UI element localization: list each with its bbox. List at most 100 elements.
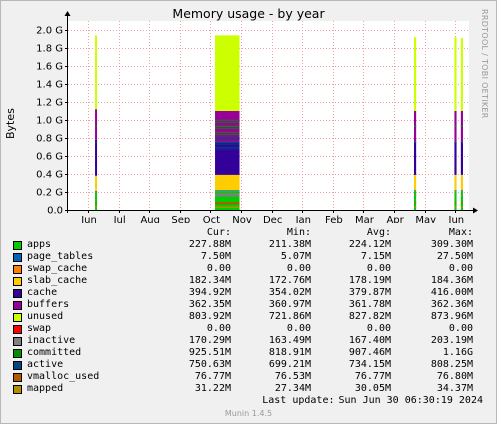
last-update: Last update: Sun Jun 30 06:30:19 2024	[1, 395, 483, 406]
legend-series-name: apps	[27, 239, 52, 250]
legend-row-cache: cache 394.92M 354.02M 379.87M 416.00M	[13, 287, 493, 299]
x-tick-label: Oct	[203, 215, 220, 223]
legend-swatch	[13, 349, 22, 358]
legend-value-max: 416.00M	[430, 287, 473, 298]
legend-value-avg: 224.12M	[348, 239, 391, 250]
legend-value-avg: 0.00	[366, 323, 391, 334]
legend-value-max: 184.36M	[430, 275, 473, 286]
legend-swatch	[13, 313, 22, 322]
legend-series-name: swap_cache	[27, 263, 88, 274]
legend-value-max: 808.25M	[430, 359, 473, 370]
x-tick-label: Jun	[80, 215, 97, 223]
legend-row-swap: swap 0.00 0.00 0.00 0.00	[13, 323, 493, 335]
legend-swatch	[13, 301, 22, 310]
legend-value-avg: 7.15M	[360, 251, 391, 262]
legend-value-cur: 31.22M	[194, 383, 231, 394]
area-page_tables	[460, 190, 463, 192]
legend-swatch	[13, 385, 22, 394]
legend-row-swap_cache: swap_cache 0.00 0.00 0.00 0.00	[13, 263, 493, 275]
plot-area	[68, 21, 469, 210]
legend-value-max: 203.19M	[430, 335, 473, 346]
legend-value-min: 721.86M	[268, 311, 311, 322]
legend-value-avg: 0.00	[366, 263, 391, 274]
legend-row-active: active 750.63M 699.21M 734.15M 808.25M	[13, 359, 493, 371]
x-tick-label: Apr	[386, 215, 404, 223]
legend-value-avg: 379.87M	[348, 287, 391, 298]
legend-row-apps: apps 227.88M 211.38M 224.12M 309.30M	[13, 239, 493, 251]
y-tick-label: 1.2 G	[36, 98, 63, 109]
area-unused	[414, 37, 417, 112]
x-tick-label: Mar	[355, 215, 375, 223]
area-slab_cache	[414, 174, 417, 191]
legend-swatch	[13, 265, 22, 274]
y-tick-label: 0.8 G	[36, 134, 63, 145]
legend-series-name: slab_cache	[27, 275, 88, 286]
area-unused	[460, 38, 463, 111]
y-tick-label: 0.4 G	[36, 170, 63, 181]
legend-row-buffers: buffers 362.35M 360.97M 361.78M 362.36M	[13, 299, 493, 311]
area-page_tables	[215, 190, 240, 192]
legend-row-mapped: mapped 31.22M 27.34M 30.05M 34.37M	[13, 383, 493, 395]
x-tick-label: Aug	[140, 215, 160, 223]
x-tick-label: Sep	[171, 215, 190, 223]
legend-value-max: 1.16G	[442, 347, 473, 358]
x-tick-label: Jul	[113, 215, 126, 223]
legend-value-avg: 167.40M	[348, 335, 391, 346]
legend-header-avg: Avg:	[366, 227, 391, 238]
graph-frame: Memory usage - by year RRDTOOL / TOBI OE…	[0, 0, 497, 424]
legend-value-max: 309.30M	[430, 239, 473, 250]
area-slab_cache	[215, 174, 240, 191]
area-unused	[95, 35, 98, 110]
area-page_tables	[454, 190, 457, 192]
legend-header-max: Max:	[448, 227, 473, 238]
legend-series-name: inactive	[27, 335, 76, 346]
legend-series-name: committed	[27, 347, 82, 358]
legend-value-cur: 227.88M	[188, 239, 231, 250]
legend-value-max: 76.80M	[436, 371, 473, 382]
legend-value-avg: 361.78M	[348, 299, 391, 310]
x-tick-label: Dec	[263, 215, 282, 223]
area-cache	[460, 141, 463, 175]
x-axis-arrow	[473, 207, 478, 214]
legend-value-avg: 907.46M	[348, 347, 391, 358]
y-tick-label: 0.2 G	[36, 188, 63, 199]
legend-series-name: swap	[27, 323, 52, 334]
x-tick-label: Nov	[232, 215, 252, 223]
legend-value-min: 163.49M	[268, 335, 311, 346]
legend-value-cur: 0.00	[206, 263, 231, 274]
legend-swatch	[13, 373, 22, 382]
y-tick-label: 1.4 G	[36, 80, 63, 91]
legend-value-min: 354.02M	[268, 287, 311, 298]
legend-value-cur: 750.63M	[188, 359, 231, 370]
legend-swatch	[13, 253, 22, 262]
legend-value-max: 34.37M	[436, 383, 473, 394]
area-buffers	[95, 109, 98, 140]
y-tick-label: 0.6 G	[36, 152, 63, 163]
last-update-value: Sun Jun 30 06:30:19 2024	[338, 395, 484, 406]
legend-header-cur: Cur:	[206, 227, 231, 238]
legend-row-slab_cache: slab_cache 182.34M 172.76M 178.19M 184.36M	[13, 275, 493, 287]
area-unused	[215, 35, 240, 111]
legend-value-min: 0.00	[286, 263, 311, 274]
area-page_tables	[95, 191, 98, 192]
area-cache	[215, 141, 240, 175]
legend-value-cur: 76.77M	[194, 371, 231, 382]
legend-series-name: buffers	[27, 299, 70, 310]
y-tick-label: 1.8 G	[36, 44, 63, 55]
y-tick-label: 1.0 G	[36, 116, 63, 127]
area-page_tables	[414, 190, 417, 192]
legend-value-min: 699.21M	[268, 359, 311, 370]
legend-header-min: Min:	[286, 227, 311, 238]
legend-value-min: 211.38M	[268, 239, 311, 250]
legend-value-avg: 734.15M	[348, 359, 391, 370]
legend-value-cur: 7.50M	[200, 251, 231, 262]
legend-header: Cur: Min: Avg: Max:	[13, 227, 493, 239]
legend-value-min: 76.53M	[274, 371, 311, 382]
legend-swatch	[13, 277, 22, 286]
legend-swatch	[13, 361, 22, 370]
legend-value-min: 0.00	[286, 323, 311, 334]
x-tick-label: Jun	[448, 215, 465, 223]
legend-value-avg: 827.82M	[348, 311, 391, 322]
legend-series-name: vmalloc_used	[27, 371, 100, 382]
legend-series-name: active	[27, 359, 64, 370]
